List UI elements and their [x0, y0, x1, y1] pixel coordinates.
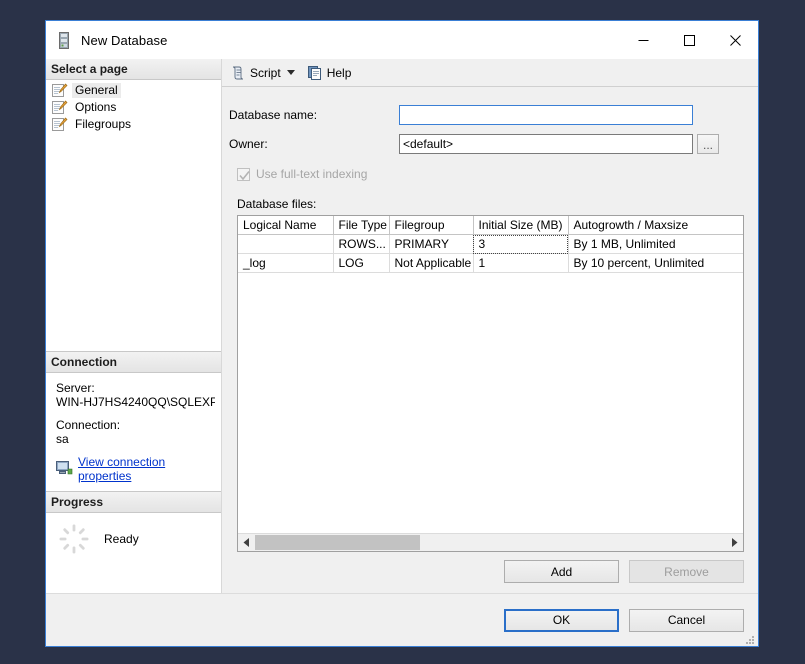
cell-file-type[interactable]: ROWS...: [333, 234, 390, 254]
cell-logical-name[interactable]: _log: [238, 253, 334, 273]
table-row[interactable]: _log LOG Not Applicable 1 By 10 percent,…: [238, 253, 743, 273]
dialog-footer: OK Cancel: [46, 593, 758, 646]
fulltext-indexing-checkbox: [237, 167, 250, 181]
cell-initial-size[interactable]: 3: [473, 234, 569, 254]
left-pane: Select a page General Options Filegroups…: [46, 59, 222, 593]
database-name-input[interactable]: [399, 105, 693, 125]
connection-info: Server: WIN-HJ7HS4240QQ\SQLEXPRE Connect…: [46, 373, 221, 491]
cell-filegroup[interactable]: PRIMARY: [389, 234, 474, 254]
page-properties-icon: [52, 100, 68, 115]
server-value: WIN-HJ7HS4240QQ\SQLEXPRE: [56, 395, 215, 409]
view-connection-properties-link[interactable]: View connection properties: [78, 455, 215, 483]
close-icon[interactable]: [712, 21, 758, 59]
sidebar-item-label: General: [72, 83, 121, 98]
sidebar-item-label: Filegroups: [75, 117, 132, 131]
sidebar-bottom-spacer: [46, 563, 221, 593]
progress-spinner-icon: [58, 523, 90, 555]
add-button[interactable]: Add: [504, 560, 619, 583]
maximize-icon[interactable]: [666, 21, 712, 59]
sidebar-item-general[interactable]: General: [46, 82, 221, 99]
cell-logical-name[interactable]: [238, 234, 334, 254]
column-header-logical-name[interactable]: Logical Name: [238, 216, 334, 235]
right-pane: Script Help Database name: Owner: <defau…: [222, 59, 758, 593]
cell-file-type[interactable]: LOG: [333, 253, 390, 273]
scroll-right-arrow-icon[interactable]: [726, 534, 743, 551]
scrollbar-track[interactable]: [255, 534, 726, 551]
owner-input[interactable]: [399, 134, 693, 154]
window-controls: [620, 21, 758, 59]
script-dropdown-chevron-down-icon[interactable]: [284, 62, 298, 83]
database-icon: [57, 31, 71, 49]
connection-value: sa: [56, 432, 69, 446]
column-header-file-type[interactable]: File Type: [333, 216, 390, 235]
help-label: Help: [326, 65, 352, 80]
fulltext-indexing-row: Use full-text indexing: [237, 167, 744, 181]
cancel-button[interactable]: Cancel: [629, 608, 744, 632]
grid-horizontal-scrollbar[interactable]: [238, 533, 743, 551]
connection-block: Connection: sa: [56, 418, 215, 446]
sidebar-item-options[interactable]: Options: [46, 99, 221, 116]
general-page-content: Database name: Owner: ... Use full-text …: [222, 87, 758, 593]
sidebar-item-filegroups[interactable]: Filegroups: [46, 116, 221, 133]
script-button[interactable]: Script: [227, 62, 284, 83]
script-icon: [230, 65, 246, 81]
cell-autogrowth[interactable]: By 10 percent, Unlimited: [568, 253, 743, 273]
database-files-grid: Logical Name File Type Filegroup Initial…: [237, 215, 744, 552]
remove-button: Remove: [629, 560, 744, 583]
fulltext-indexing-label: Use full-text indexing: [256, 167, 368, 181]
progress-status: Ready: [104, 532, 139, 546]
ok-button[interactable]: OK: [504, 608, 619, 632]
column-header-initial-size[interactable]: Initial Size (MB): [473, 216, 569, 235]
resize-grip[interactable]: [743, 632, 755, 644]
page-properties-icon: [52, 117, 68, 132]
table-row[interactable]: ROWS... PRIMARY 3 By 1 MB, Unlimited: [238, 234, 743, 254]
column-header-filegroup[interactable]: Filegroup: [389, 216, 474, 235]
new-database-dialog: New Database Select a page General Optio…: [45, 20, 759, 647]
server-block: Server: WIN-HJ7HS4240QQ\SQLEXPRE: [56, 381, 215, 409]
database-files-table: Logical Name File Type Filegroup Initial…: [238, 216, 743, 273]
help-icon: [307, 65, 323, 81]
database-name-label: Database name:: [229, 108, 318, 122]
connection-header: Connection: [46, 351, 221, 373]
cell-initial-size[interactable]: 1: [473, 253, 569, 273]
progress-header: Progress: [46, 491, 221, 513]
column-header-autogrowth[interactable]: Autogrowth / Maxsize: [568, 216, 743, 235]
scroll-left-arrow-icon[interactable]: [238, 534, 255, 551]
title-bar: New Database: [46, 21, 758, 59]
connection-label: Connection:: [56, 418, 121, 432]
sidebar-item-label: Options: [75, 100, 117, 114]
owner-label: Owner:: [229, 137, 268, 151]
progress-info: Ready: [46, 513, 221, 563]
database-name-row: Database name:: [229, 105, 744, 125]
grid-scroll-area: Logical Name File Type Filegroup Initial…: [238, 216, 743, 533]
window-title: New Database: [81, 32, 168, 48]
view-connection-properties-row[interactable]: View connection properties: [56, 455, 215, 483]
toolbar: Script Help: [222, 59, 758, 87]
cell-filegroup[interactable]: Not Applicable: [389, 253, 474, 273]
select-page-header: Select a page: [46, 59, 221, 80]
script-label: Script: [250, 65, 281, 80]
minimize-icon[interactable]: [620, 21, 666, 59]
page-list: General Options Filegroups: [46, 80, 221, 133]
dialog-body: Select a page General Options Filegroups…: [46, 59, 758, 593]
page-properties-icon: [52, 83, 68, 98]
table-header-row: Logical Name File Type Filegroup Initial…: [238, 216, 743, 235]
database-files-label: Database files:: [237, 197, 317, 211]
server-label: Server:: [56, 381, 95, 395]
help-button[interactable]: Help: [304, 62, 355, 83]
cell-autogrowth[interactable]: By 1 MB, Unlimited: [568, 234, 743, 254]
owner-browse-button[interactable]: ...: [697, 134, 719, 154]
grid-actions: Add Remove: [229, 560, 744, 583]
owner-row: Owner: ...: [229, 134, 744, 154]
connection-properties-icon: [56, 460, 73, 478]
scrollbar-thumb[interactable]: [255, 535, 420, 550]
